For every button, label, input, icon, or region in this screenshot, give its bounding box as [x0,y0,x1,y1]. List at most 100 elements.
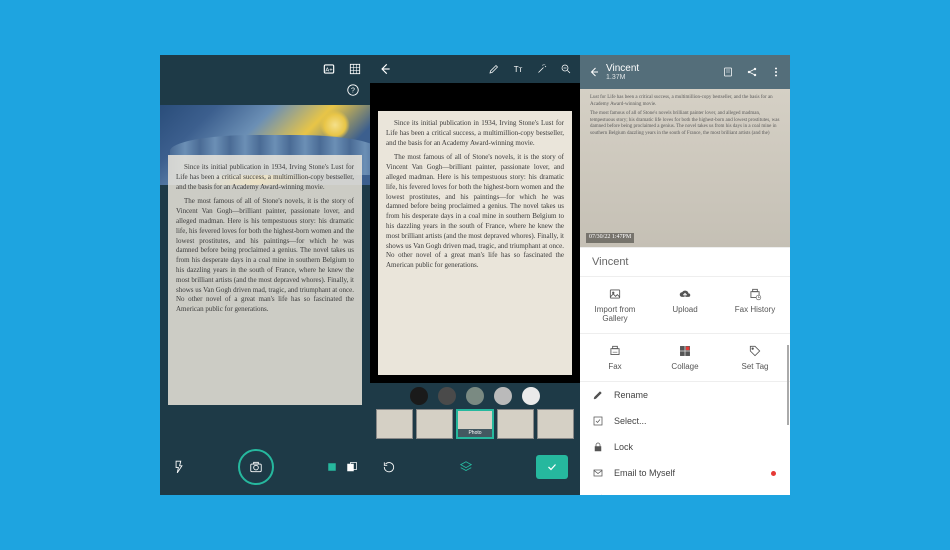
new-badge [771,471,776,476]
grid-icon[interactable] [348,62,362,76]
filter-thumbnails: Photo [376,409,574,439]
share-icon[interactable] [746,66,758,78]
document-topbar: Vincent 1.37M [580,55,790,89]
menu-label: Select... [614,416,647,426]
preview-p1: Lust for Life has been a critical succes… [590,95,780,108]
camera-preview: Since its initial publication in 1934, I… [160,105,370,405]
camera-bottombar [160,439,370,495]
tone-dot-1[interactable] [410,387,428,405]
app-showcase: A+ ? Since its initial publication in 19… [160,55,790,495]
action-label: Fax History [735,305,775,314]
more-icon[interactable] [770,66,782,78]
filter-thumb-3[interactable]: Photo [456,409,495,439]
action-label: Collage [671,362,698,371]
document-preview-thumb[interactable]: Lust for Life has been a critical succes… [580,89,790,247]
filter-thumb-4[interactable] [497,409,534,439]
paragraph-1: Since its initial publication in 1934, I… [176,163,354,192]
svg-text:Tт: Tт [514,65,523,74]
camera-icon [249,460,263,474]
sheet-title: Vincent [580,247,790,276]
document-date: 07/30/22 1:47PM [586,233,634,243]
filter-thumb-1[interactable] [376,409,413,439]
back-icon[interactable] [588,66,600,78]
svg-text:A+: A+ [325,67,333,73]
batch-mode-icon[interactable] [346,461,358,473]
document-size: 1.37M [606,74,722,81]
enhance-icon[interactable]: A+ [322,62,336,76]
flash-icon[interactable] [172,460,186,474]
single-mode-icon[interactable] [326,461,338,473]
menu-label: Email to Myself [614,468,675,478]
collage-button[interactable]: Collage [650,338,720,377]
lock-icon [592,441,604,453]
scrollbar[interactable] [787,345,789,425]
editor-preview: Since its initial publication in 1934, I… [370,83,580,383]
action-label: Import from Gallery [582,305,648,323]
wand-icon[interactable] [536,63,548,75]
gallery-icon [608,287,622,301]
zoom-out-icon[interactable] [560,63,572,75]
email-icon [592,467,604,479]
camera-screen: A+ ? Since its initial publication in 19… [160,55,370,495]
fax-icon [608,344,622,358]
rename-icon [592,389,604,401]
help-icon[interactable]: ? [346,83,360,97]
filter-thumb-2[interactable] [416,409,453,439]
select-icon [592,415,604,427]
lock-item[interactable]: Lock [580,434,790,460]
menu-label: Hide Page Details [614,494,686,495]
tag-icon [748,344,762,358]
editor-screen: Tт Since its initial publication in 1934… [370,55,580,495]
document-actions [722,66,782,78]
action-grid-row-1: Import from Gallery Upload Fax History [580,276,790,333]
action-label: Upload [672,305,697,314]
rotate-icon[interactable] [382,460,396,474]
menu-list: Rename Select... Lock Email to Myself Hi… [580,381,790,495]
back-icon[interactable] [378,62,392,76]
filter-label: Photo [458,429,493,437]
menu-label: Rename [614,390,648,400]
action-grid-row-2: Fax Collage Set Tag [580,333,790,381]
filter-thumb-5[interactable] [537,409,574,439]
document-title-block: Vincent 1.37M [606,63,722,81]
confirm-button[interactable] [536,455,568,479]
tone-dot-5[interactable] [522,387,540,405]
tone-dot-2[interactable] [438,387,456,405]
paragraph-2: The most famous of all of Stone's novels… [386,153,564,271]
mode-group [326,461,358,473]
editor-bottombar [370,447,580,487]
email-myself-item[interactable]: Email to Myself [580,460,790,486]
fax-history-button[interactable]: Fax History [720,281,790,329]
eye-off-icon [592,493,604,495]
preview-p2: The most famous of all of Stone's novels… [590,111,780,137]
camera-help-row: ? [160,83,370,105]
pen-icon[interactable] [488,63,500,75]
tone-dot-3[interactable] [466,387,484,405]
layers-icon[interactable] [459,460,473,474]
set-tag-button[interactable]: Set Tag [720,338,790,377]
document-screen: Vincent 1.37M Lust for Life has been a c… [580,55,790,495]
filter-strip: Photo [370,383,580,447]
import-from-gallery-button[interactable]: Import from Gallery [580,281,650,329]
hide-page-details-item[interactable]: Hide Page Details [580,486,790,495]
check-icon [546,461,558,473]
editor-page-text: Since its initial publication in 1934, I… [378,111,572,375]
action-label: Set Tag [742,362,769,371]
fax-history-icon [748,287,762,301]
text-icon[interactable]: Tт [512,63,524,75]
shutter-button[interactable] [238,449,274,485]
fax-button[interactable]: Fax [580,338,650,377]
menu-label: Lock [614,442,633,452]
select-item[interactable]: Select... [580,408,790,434]
editor-tools: Tт [488,63,572,75]
filter-tone-dots [376,387,574,405]
paragraph-2: The most famous of all of Stone's novels… [176,197,354,315]
document-title: Vincent [606,63,722,74]
pdf-icon[interactable] [722,66,734,78]
upload-button[interactable]: Upload [650,281,720,329]
rename-item[interactable]: Rename [580,382,790,408]
tone-dot-4[interactable] [494,387,512,405]
cloud-up-icon [678,287,692,301]
editor-topbar: Tт [370,55,580,83]
collage-icon [678,344,692,358]
